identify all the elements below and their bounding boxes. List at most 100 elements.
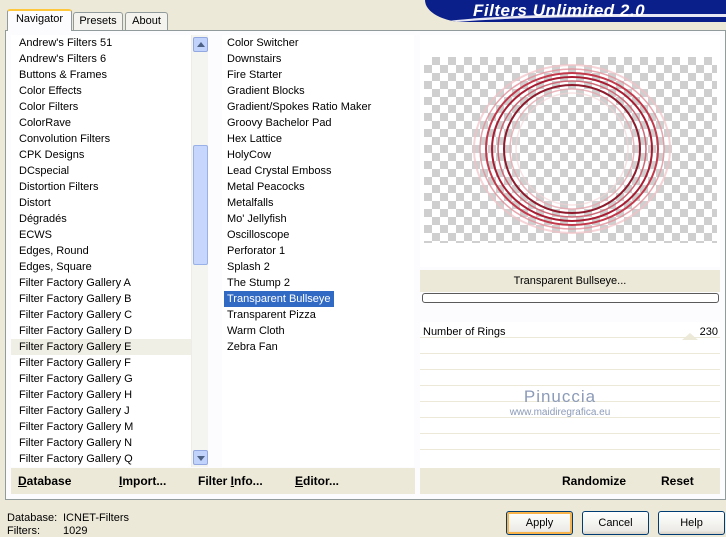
filter-item-row[interactable]: Downstairs xyxy=(222,51,414,67)
chevron-down-icon xyxy=(197,456,205,461)
cancel-button[interactable]: Cancel xyxy=(582,511,649,535)
filter-item-row[interactable]: Lead Crystal Emboss xyxy=(222,163,414,179)
filter-item[interactable]: Fire Starter xyxy=(222,67,414,83)
scroll-thumb[interactable] xyxy=(193,145,208,265)
category-item[interactable]: Convolution Filters xyxy=(11,131,191,147)
tab-navigator[interactable]: Navigator xyxy=(7,9,72,31)
filter-item-row[interactable]: Gradient/Spokes Ratio Maker xyxy=(222,99,414,115)
param-row-empty xyxy=(420,434,720,450)
category-item[interactable]: Filter Factory Gallery N xyxy=(11,435,191,451)
filter-item[interactable]: Downstairs xyxy=(222,51,414,67)
category-item[interactable]: Andrew's Filters 51 xyxy=(11,35,191,51)
category-item[interactable]: Filter Factory Gallery G xyxy=(11,371,191,387)
filter-item-row[interactable]: Transparent Pizza xyxy=(222,307,414,323)
filter-item-row[interactable]: Fire Starter xyxy=(222,67,414,83)
filter-item-row[interactable]: Metal Peacocks xyxy=(222,179,414,195)
category-item[interactable]: Filter Factory Gallery J xyxy=(11,403,191,419)
filter-item[interactable]: Hex Lattice xyxy=(222,131,414,147)
filter-item-row[interactable]: Perforator 1 xyxy=(222,243,414,259)
filter-item[interactable]: Splash 2 xyxy=(222,259,414,275)
filter-item[interactable]: Gradient Blocks xyxy=(222,83,414,99)
filters-count-value: 1029 xyxy=(63,525,88,537)
progress-bar xyxy=(422,293,719,303)
reset-button[interactable]: Reset xyxy=(661,474,694,488)
filter-item-row[interactable]: Hex Lattice xyxy=(222,131,414,147)
filter-item-row[interactable]: Warm Cloth xyxy=(222,323,414,339)
filter-list[interactable]: Color Switcher Downstairs Fire Starter Grad… xyxy=(222,35,414,467)
preview-image xyxy=(424,57,717,243)
category-item[interactable]: DCspecial xyxy=(11,163,191,179)
filters-count-label: Filters: xyxy=(7,525,40,537)
param-row-empty xyxy=(420,418,720,434)
filter-item[interactable]: Perforator 1 xyxy=(222,243,414,259)
category-item[interactable]: Filter Factory Gallery C xyxy=(11,307,191,323)
filter-item[interactable]: HolyCow xyxy=(222,147,414,163)
tab-about[interactable]: About xyxy=(125,12,168,30)
database-status-label: Database: xyxy=(7,512,58,524)
apply-button[interactable]: Apply xyxy=(506,511,573,535)
category-item[interactable]: Distortion Filters xyxy=(11,179,191,195)
filter-item[interactable]: Warm Cloth xyxy=(222,323,414,339)
category-item[interactable]: ECWS xyxy=(11,227,191,243)
filter-item[interactable]: Lead Crystal Emboss xyxy=(222,163,414,179)
filter-item[interactable]: Metalfalls xyxy=(222,195,414,211)
filter-item[interactable]: Color Switcher xyxy=(222,35,414,51)
tab-presets[interactable]: Presets xyxy=(73,12,123,30)
filter-item[interactable]: Groovy Bachelor Pad xyxy=(222,115,414,131)
param-row-empty xyxy=(420,370,720,386)
filter-info-button[interactable]: Filter Info... xyxy=(198,474,263,488)
filter-info-label: nfo... xyxy=(234,474,263,488)
import-button[interactable]: Import... xyxy=(119,474,166,488)
category-item[interactable]: Edges, Square xyxy=(11,259,191,275)
category-item[interactable]: Edges, Round xyxy=(11,243,191,259)
filter-item[interactable]: Oscilloscope xyxy=(222,227,414,243)
category-item[interactable]: Filter Factory Gallery H xyxy=(11,387,191,403)
watermark-name: Pinuccia xyxy=(523,387,597,406)
category-item[interactable]: Filter Factory Gallery M xyxy=(11,419,191,435)
category-item[interactable]: Andrew's Filters 6 xyxy=(11,51,191,67)
category-item[interactable]: Color Effects xyxy=(11,83,191,99)
help-button[interactable]: Help xyxy=(658,511,725,535)
filter-item-row[interactable]: Groovy Bachelor Pad xyxy=(222,115,414,131)
category-item[interactable]: CPK Designs xyxy=(11,147,191,163)
category-item[interactable]: Distort xyxy=(11,195,191,211)
category-item[interactable]: Filter Factory Gallery F xyxy=(11,355,191,371)
category-item[interactable]: ColorRave xyxy=(11,115,191,131)
filter-item[interactable]: Zebra Fan xyxy=(222,339,414,355)
filter-item[interactable]: Transparent Pizza xyxy=(222,307,414,323)
filter-item-row[interactable]: Color Switcher xyxy=(222,35,414,51)
category-scrollbar[interactable] xyxy=(191,35,208,467)
watermark: Pinuccia www.maidiregrafica.eu xyxy=(490,387,630,418)
filter-item-row[interactable]: Transparent Bullseye xyxy=(222,291,414,307)
filter-item[interactable]: Mo' Jellyfish xyxy=(222,211,414,227)
filter-item[interactable]: Metal Peacocks xyxy=(222,179,414,195)
filter-item-row[interactable]: Metalfalls xyxy=(222,195,414,211)
filter-item-row[interactable]: Zebra Fan xyxy=(222,339,414,355)
category-item[interactable]: Dégradés xyxy=(11,211,191,227)
category-item[interactable]: Filter Factory Gallery A xyxy=(11,275,191,291)
filter-item-row[interactable]: Mo' Jellyfish xyxy=(222,211,414,227)
category-item[interactable]: Filter Factory Gallery B xyxy=(11,291,191,307)
filter-item-row[interactable]: HolyCow xyxy=(222,147,414,163)
scroll-up-button[interactable] xyxy=(193,37,208,52)
category-item[interactable]: Buttons & Frames xyxy=(11,67,191,83)
category-item[interactable]: Filter Factory Gallery Q xyxy=(11,451,191,467)
category-item[interactable]: Color Filters xyxy=(11,99,191,115)
param-number-of-rings[interactable]: Number of Rings 230 xyxy=(420,322,720,340)
category-list[interactable]: Andrew's Filters 51 Andrew's Filters 6 But… xyxy=(11,35,191,467)
filter-item-row[interactable]: The Stump 2 xyxy=(222,275,414,291)
filter-item-row[interactable]: Oscilloscope xyxy=(222,227,414,243)
filter-item-row[interactable]: Gradient Blocks xyxy=(222,83,414,99)
filter-item-row[interactable]: Splash 2 xyxy=(222,259,414,275)
right-toolbar: Randomize Reset xyxy=(420,468,720,494)
category-item[interactable]: Filter Factory Gallery E xyxy=(11,339,191,355)
bullseye-preview xyxy=(473,64,671,234)
randomize-button[interactable]: Randomize xyxy=(562,474,626,488)
filter-item[interactable]: Gradient/Spokes Ratio Maker xyxy=(222,99,414,115)
category-item[interactable]: Filter Factory Gallery D xyxy=(11,323,191,339)
filter-item[interactable]: The Stump 2 xyxy=(222,275,414,291)
scroll-down-button[interactable] xyxy=(193,450,208,465)
editor-button[interactable]: Editor... xyxy=(295,474,339,488)
filter-item[interactable]: Transparent Bullseye xyxy=(224,291,334,307)
database-button[interactable]: Database xyxy=(18,474,71,488)
